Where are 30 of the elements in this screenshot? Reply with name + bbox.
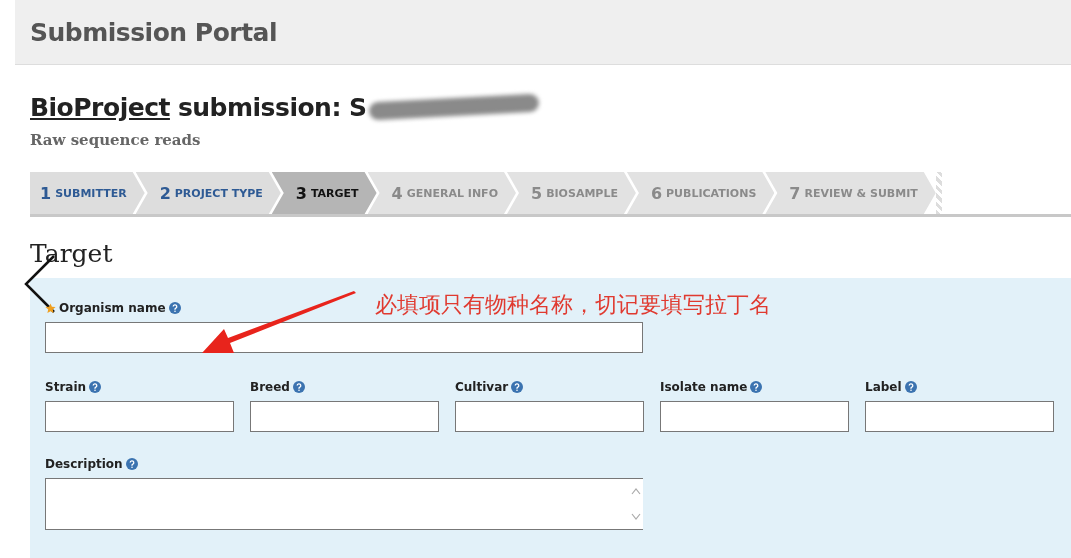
help-icon[interactable] <box>511 381 524 393</box>
page-heading: submission: S <box>177 92 367 122</box>
help-icon[interactable] <box>750 381 763 393</box>
field-label: Isolate name <box>660 380 748 394</box>
text-input[interactable] <box>250 401 439 432</box>
field-label: Organism name <box>59 301 166 315</box>
help-icon[interactable] <box>89 381 102 393</box>
text-input[interactable] <box>455 401 644 432</box>
text-input[interactable] <box>865 401 1054 432</box>
wizard-step[interactable]: 3 TARGET <box>271 172 377 214</box>
annotation-text: 必填项只有物种名称，切记要填写拉丁名 <box>375 291 771 319</box>
wizard-step[interactable]: 1 SUBMITTER <box>30 172 145 214</box>
help-icon[interactable] <box>125 458 138 470</box>
help-icon[interactable] <box>904 381 917 393</box>
organism-input[interactable] <box>45 322 643 353</box>
bioproject-link[interactable]: BioProject <box>30 92 170 122</box>
wizard-step[interactable]: 2 PROJECT TYPE <box>135 172 281 214</box>
field-label: Breed <box>250 380 290 394</box>
subtitle: Raw sequence reads <box>30 131 202 149</box>
help-icon[interactable] <box>168 302 181 314</box>
field-label: Strain <box>45 380 87 394</box>
portal-title: Submission Portal <box>30 17 278 47</box>
field-label: Cultivar <box>455 380 509 394</box>
help-icon[interactable] <box>292 381 305 393</box>
section-title: Target <box>30 239 113 268</box>
field-label: Description <box>45 457 123 471</box>
description-textarea[interactable] <box>45 478 643 530</box>
field-label: Label <box>865 380 902 394</box>
text-input[interactable] <box>660 401 849 432</box>
text-input[interactable] <box>45 401 234 432</box>
